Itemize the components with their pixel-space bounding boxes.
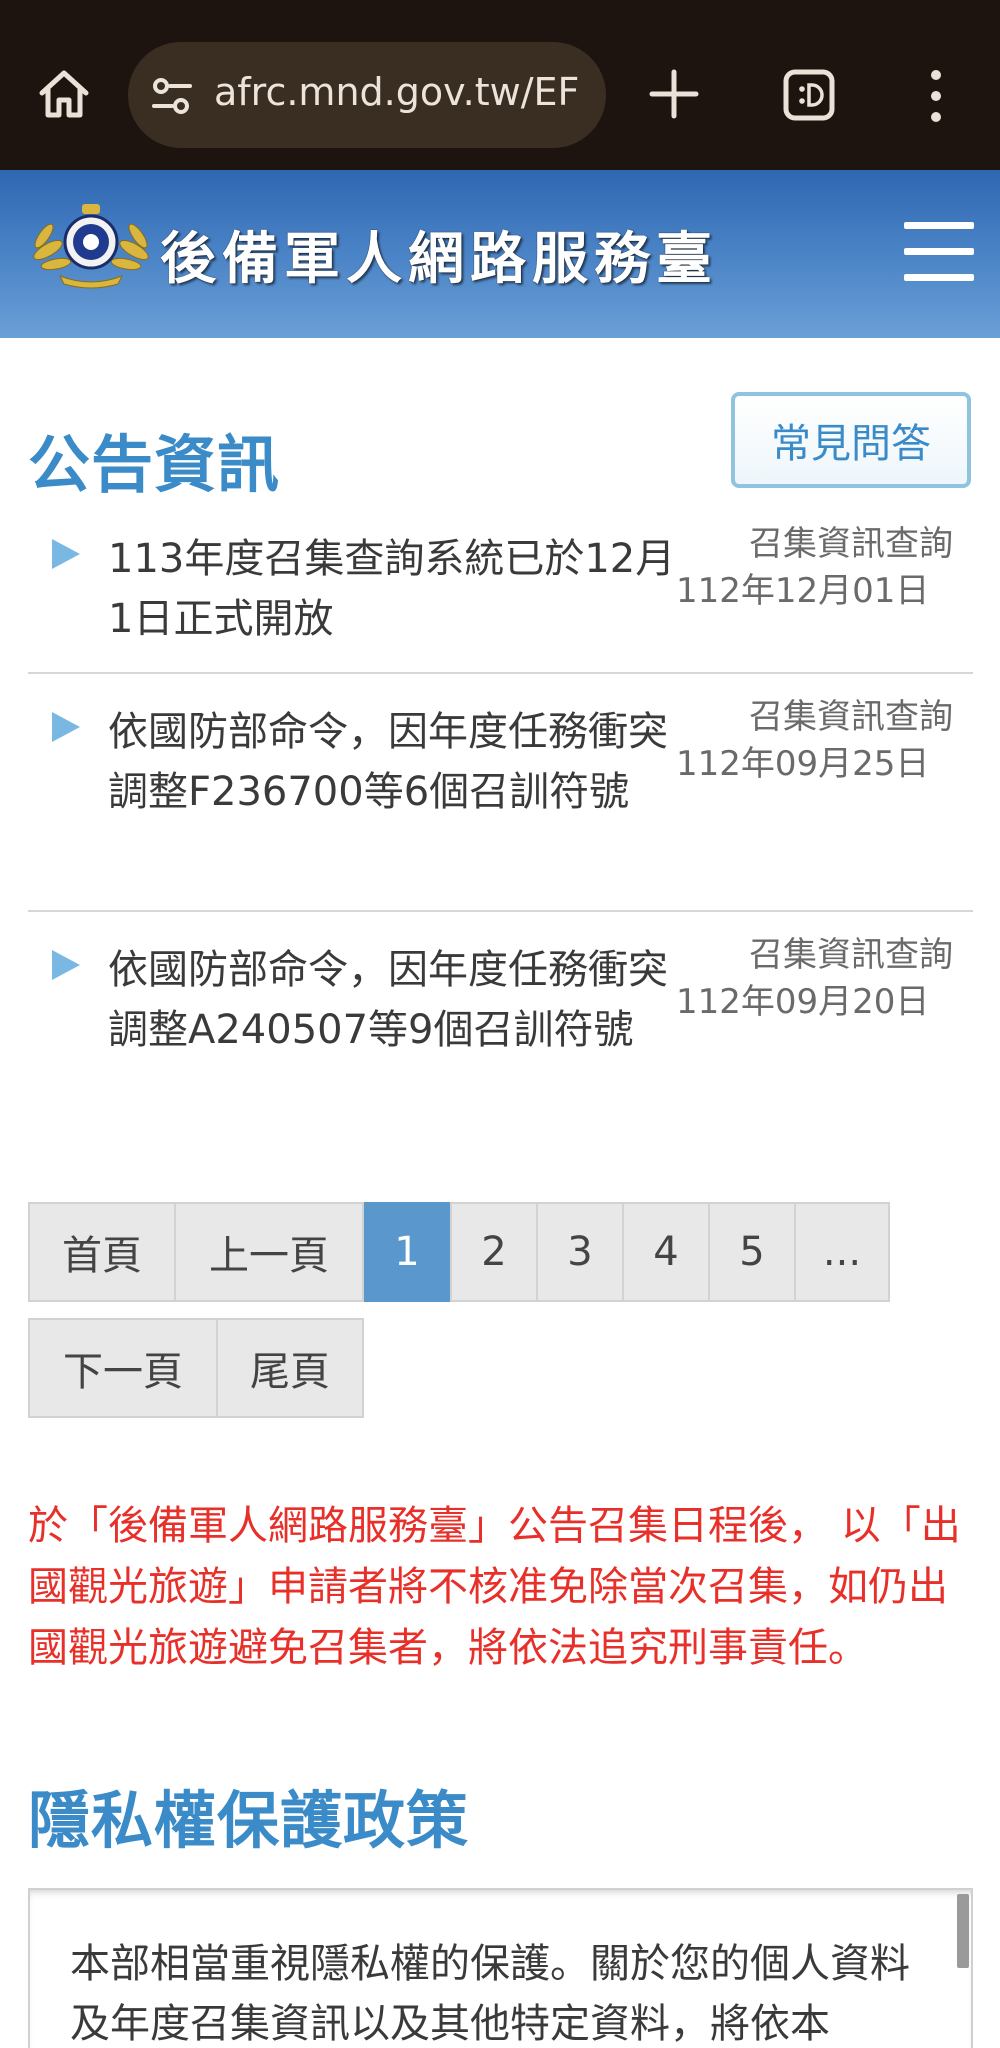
- home-icon[interactable]: [36, 66, 92, 122]
- address-bar[interactable]: afrc.mnd.gov.tw/EF: [128, 42, 606, 148]
- page-button-3[interactable]: 3: [536, 1202, 624, 1302]
- last-page-button[interactable]: 尾頁: [216, 1318, 364, 1418]
- more-options-icon[interactable]: [924, 68, 948, 124]
- scrollbar[interactable]: [957, 1894, 969, 1968]
- announcement-date: 112年09月25日: [676, 744, 930, 784]
- announcement-title[interactable]: 113年度召集查詢系統已於12月1日正式開放: [108, 529, 688, 649]
- announcement-category: 召集資訊查詢: [749, 935, 953, 975]
- faq-button[interactable]: 常見問答: [731, 392, 971, 488]
- announcement-category: 召集資訊查詢: [749, 697, 953, 737]
- bullet-arrow-icon: [52, 950, 80, 980]
- site-title[interactable]: 後備軍人網路服務臺: [160, 214, 718, 295]
- announcement-date: 112年09月20日: [676, 982, 930, 1022]
- bullet-arrow-icon: [52, 539, 80, 569]
- menu-icon[interactable]: [904, 222, 974, 284]
- tab-switcher-icon[interactable]: [782, 68, 836, 122]
- page-button-2[interactable]: 2: [450, 1202, 538, 1302]
- next-page-button[interactable]: 下一頁: [28, 1318, 218, 1418]
- list-item[interactable]: 依國防部命令，因年度任務衝突調整A240507等9個召訓符號 召集資訊查詢 11…: [28, 912, 973, 1150]
- bullet-arrow-icon: [52, 712, 80, 742]
- announcements-heading: 公告資訊: [28, 428, 281, 501]
- page-button-4[interactable]: 4: [622, 1202, 710, 1302]
- announcement-title[interactable]: 依國防部命令，因年度任務衝突調整F236700等6個召訓符號: [108, 702, 688, 822]
- pagination: 首頁 上一頁 1 2 3 4 5 ... 下一頁 尾頁: [28, 1202, 974, 1418]
- prev-page-button[interactable]: 上一頁: [174, 1202, 364, 1302]
- list-item[interactable]: 依國防部命令，因年度任務衝突調整F236700等6個召訓符號 召集資訊查詢 11…: [28, 674, 973, 912]
- page-button-1[interactable]: 1: [364, 1202, 450, 1302]
- recall-notice: 於「後備軍人網路服務臺」公告召集日程後， 以「出國觀光旅遊」申請者將不核准免除當…: [28, 1503, 961, 1671]
- page-ellipsis-button[interactable]: ...: [794, 1202, 890, 1302]
- site-settings-icon[interactable]: [150, 74, 194, 118]
- list-item[interactable]: 113年度召集查詢系統已於12月1日正式開放 召集資訊查詢 112年12月01日: [28, 504, 973, 674]
- announcement-date: 112年12月01日: [676, 571, 930, 611]
- emblem-logo[interactable]: [30, 198, 152, 290]
- privacy-policy-box[interactable]: 本部相當重視隱私權的保護。關於您的個人資料及年度召集資訊以及其他特定資料，將依本: [28, 1888, 973, 2048]
- announcement-title[interactable]: 依國防部命令，因年度任務衝突調整A240507等9個召訓符號: [108, 940, 688, 1060]
- privacy-text: 本部相當重視隱私權的保護。關於您的個人資料及年度召集資訊以及其他特定資料，將依本: [70, 1941, 910, 2047]
- first-page-button[interactable]: 首頁: [28, 1202, 176, 1302]
- privacy-heading: 隱私權保護政策: [28, 1784, 470, 1857]
- site-header: 後備軍人網路服務臺: [0, 170, 1000, 338]
- browser-toolbar: afrc.mnd.gov.tw/EF: [0, 0, 1000, 170]
- new-tab-icon[interactable]: [648, 68, 700, 120]
- announcement-list: 113年度召集查詢系統已於12月1日正式開放 召集資訊查詢 112年12月01日…: [28, 504, 973, 1150]
- announcement-category: 召集資訊查詢: [749, 524, 953, 564]
- page-button-5[interactable]: 5: [708, 1202, 796, 1302]
- url-text[interactable]: afrc.mnd.gov.tw/EF: [214, 70, 584, 114]
